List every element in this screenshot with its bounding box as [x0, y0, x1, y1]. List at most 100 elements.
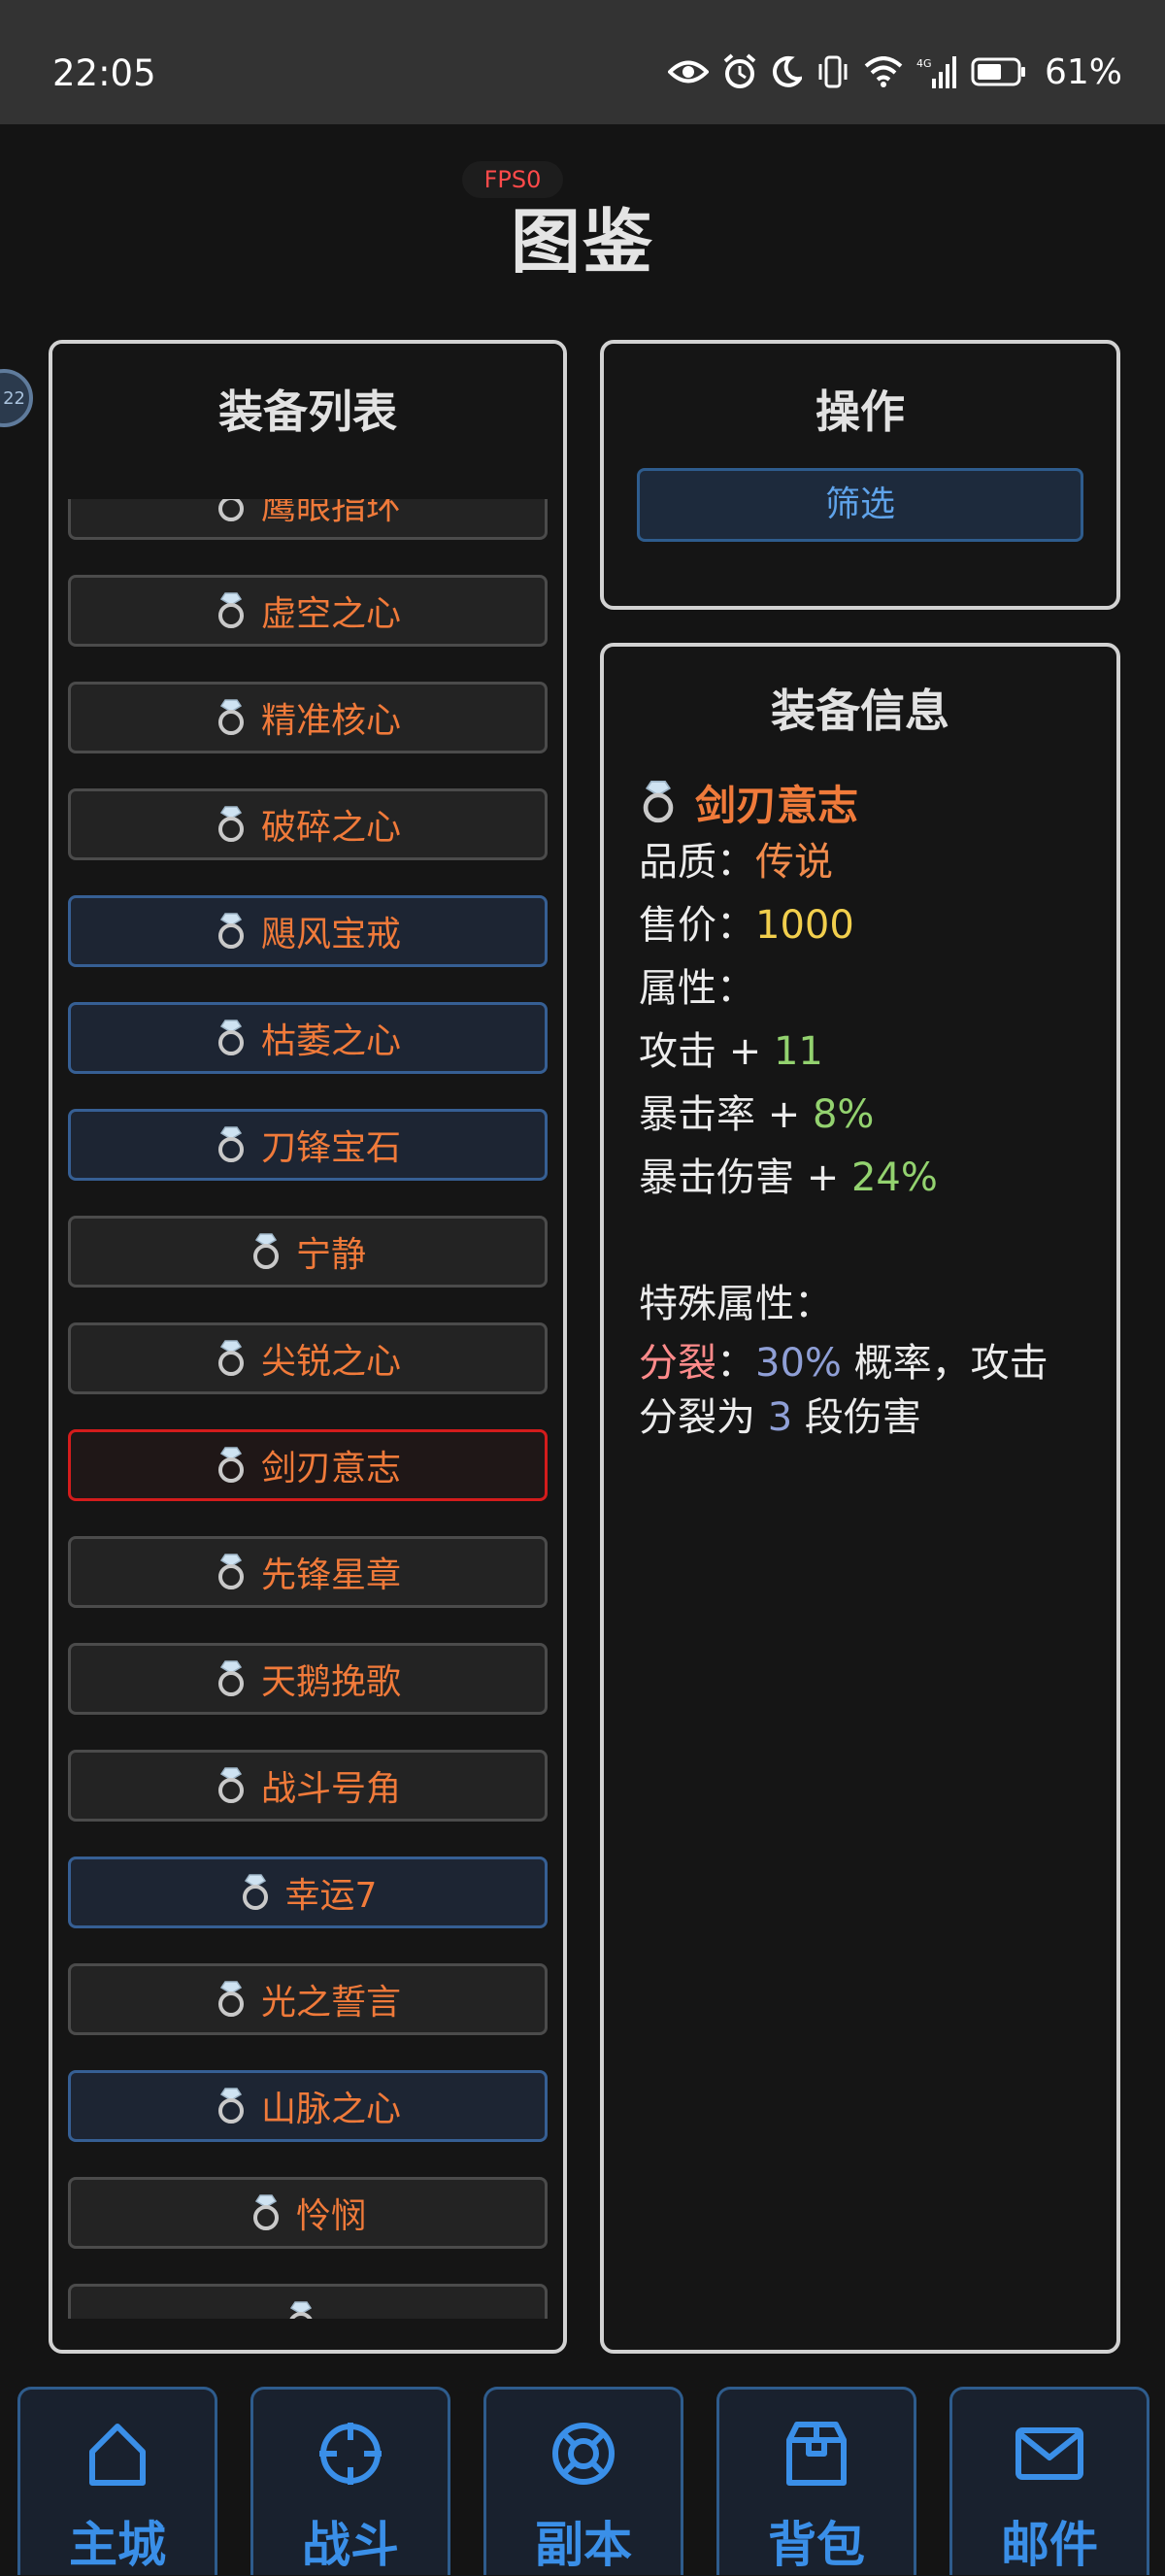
info-body: 剑刃意志 品质：传说 售价：1000 属性： 攻击 + 11 暴击率 + 8% …: [639, 773, 1087, 1445]
equipment-list-item[interactable]: 宁静: [68, 1216, 548, 1288]
ring-icon: [217, 1447, 244, 1483]
nav-home[interactable]: 主城: [17, 2387, 217, 2575]
equipment-item-label: 虚空之心: [260, 594, 401, 634]
attack-row: 攻击 + 11: [639, 1020, 1087, 1084]
ring-icon: [217, 2088, 244, 2124]
ring-icon: [217, 1767, 244, 1803]
critdmg-label: 暴击伤害 +: [639, 1155, 851, 1200]
ops-title: 操作: [816, 385, 905, 438]
equipment-item-label: 破碎之心: [260, 808, 401, 848]
home-icon: [89, 2424, 146, 2486]
equipment-list-item[interactable]: 山脉之心: [68, 2070, 548, 2142]
equipment-list-item[interactable]: 破碎之心: [68, 788, 548, 860]
list-title: 装备列表: [218, 385, 397, 438]
special-count: 3: [767, 1395, 793, 1440]
equipment-list-item[interactable]: 虚空之心: [68, 575, 548, 647]
quality-row: 品质：传说: [639, 831, 1087, 894]
equipment-item-label: 山脉之心: [260, 2090, 401, 2129]
equipment-list-item[interactable]: 飓风宝戒: [68, 895, 548, 967]
vibrate-icon: [818, 55, 848, 88]
equipment-list-item[interactable]: 怜悯: [68, 2177, 548, 2249]
ring-icon: [289, 2301, 313, 2319]
critdmg-row: 暴击伤害 + 24%: [639, 1147, 1087, 1210]
nav-bag-label: 背包: [768, 2517, 865, 2573]
status-icons: 4G 61%: [667, 47, 1122, 97]
page-title: 图鉴: [510, 201, 654, 283]
equipment-list-item[interactable]: 剑刃意志: [68, 1429, 548, 1501]
ring-icon: [252, 1233, 279, 1269]
battery-percent: 61%: [1044, 51, 1122, 92]
equipment-list-item[interactable]: 天鹅挽歌: [68, 1643, 548, 1715]
equipment-list-item[interactable]: 精准核心: [68, 682, 548, 753]
ring-icon: [217, 913, 244, 949]
ring-icon: [217, 592, 244, 628]
equipment-item-label: 天鹅挽歌: [260, 1662, 401, 1702]
ring-icon: [217, 1660, 244, 1696]
package-icon: [786, 2422, 847, 2486]
attack-value: 11: [773, 1029, 823, 1074]
crit-label: 暴击率 +: [639, 1092, 813, 1137]
nav-battle[interactable]: 战斗: [250, 2387, 450, 2575]
equipment-list-item[interactable]: 鹰眼指环: [68, 499, 548, 540]
alarm-icon: [723, 53, 756, 88]
equipment-item-label: 刀锋宝石: [260, 1128, 401, 1168]
equipment-list-item[interactable]: 枯萎之心: [68, 1002, 548, 1074]
equipment-list-item[interactable]: [68, 2284, 548, 2319]
critdmg-value: 24%: [850, 1155, 938, 1200]
crit-value: 8%: [812, 1092, 875, 1137]
equipment-item-label: 尖锐之心: [260, 1342, 401, 1382]
ring-icon: [643, 780, 674, 823]
nav-dungeon[interactable]: 副本: [483, 2387, 683, 2575]
equipment-list-item[interactable]: 战斗号角: [68, 1750, 548, 1822]
nav-bag[interactable]: 背包: [716, 2387, 916, 2575]
equipment-item-label: 精准核心: [260, 701, 401, 741]
equipment-item-label: 怜悯: [295, 2196, 366, 2236]
equipment-list[interactable]: 鹰眼指环虚空之心精准核心破碎之心飓风宝戒枯萎之心刀锋宝石宁静尖锐之心剑刃意志先锋…: [52, 499, 563, 2319]
list-header: 装备列表: [52, 344, 563, 499]
side-float-button[interactable]: 22: [0, 369, 33, 427]
ring-icon: [217, 699, 244, 735]
equipment-item-label: 飓风宝戒: [260, 915, 401, 954]
filter-button[interactable]: 筛选: [637, 468, 1083, 542]
nav-home-label: 主城: [69, 2517, 166, 2573]
ring-icon: [217, 1340, 244, 1376]
equipment-item-label: 光之誓言: [260, 1983, 401, 2023]
equipment-item-label: 幸运7: [284, 1876, 378, 1916]
equipment-list-item[interactable]: 尖锐之心: [68, 1322, 548, 1394]
nav-mail[interactable]: 邮件: [949, 2387, 1149, 2575]
equipment-item-label: 枯萎之心: [260, 1021, 401, 1061]
special-label: 特殊属性：: [639, 1282, 833, 1326]
quality-value: 传说: [755, 840, 833, 885]
price-row: 售价：1000: [639, 894, 1087, 957]
equipment-item-label: 宁静: [295, 1235, 366, 1275]
equipment-item-label: 战斗号角: [260, 1769, 401, 1809]
equipment-info-panel: 装备信息 剑刃意志 品质：传说 售价：1000 属性： 攻击 + 11 暴击率 …: [600, 643, 1120, 2354]
selected-item-name: 剑刃意志: [639, 773, 1087, 831]
equipment-list-item[interactable]: 光之誓言: [68, 1963, 548, 2035]
nav-battle-label: 战斗: [302, 2517, 399, 2573]
status-time: 22:05: [52, 52, 156, 94]
equipment-item-label: 剑刃意志: [260, 1449, 401, 1489]
status-bar: 22:05 4G 61%: [0, 0, 1165, 124]
special-chance: 30%: [755, 1341, 842, 1386]
special-sep: ：: [716, 1341, 755, 1386]
moon-icon: [772, 55, 802, 87]
ring-icon: [242, 1874, 268, 1910]
crit-row: 暴击率 + 8%: [639, 1084, 1087, 1147]
ring-icon: [217, 1126, 244, 1162]
ring-icon: [252, 2194, 279, 2230]
operations-panel: 操作 筛选: [600, 340, 1120, 610]
nav-dungeon-label: 副本: [535, 2517, 632, 2573]
svg-text:4G: 4G: [916, 57, 932, 70]
equipment-list-item[interactable]: 刀锋宝石: [68, 1109, 548, 1181]
signal-icon: 4G: [916, 56, 956, 88]
equipment-list-item[interactable]: 先锋星章: [68, 1536, 548, 1608]
battery-icon: [971, 57, 1025, 86]
attrs-label: 属性：: [639, 966, 755, 1011]
ring-icon: [217, 1981, 244, 2017]
equipment-item-label: 先锋星章: [260, 1556, 401, 1595]
price-label: 售价：: [639, 903, 755, 948]
eye-icon: [667, 60, 709, 84]
price-value: 1000: [755, 903, 854, 948]
equipment-list-item[interactable]: 幸运7: [68, 1857, 548, 1928]
